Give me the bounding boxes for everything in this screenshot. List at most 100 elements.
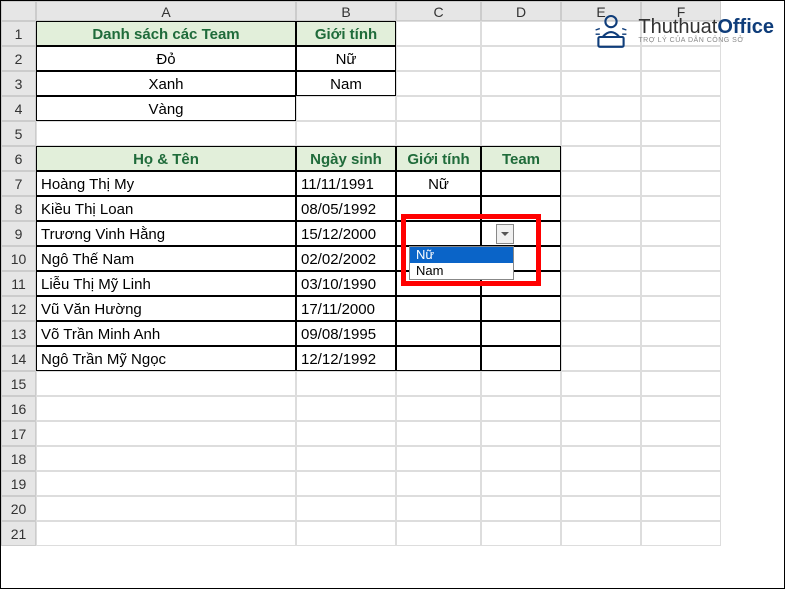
- cell[interactable]: [561, 321, 641, 346]
- row-header[interactable]: 14: [1, 346, 36, 371]
- cell[interactable]: [481, 21, 561, 46]
- cell[interactable]: [641, 471, 721, 496]
- row-header[interactable]: 5: [1, 121, 36, 146]
- cell[interactable]: [396, 421, 481, 446]
- cell[interactable]: [396, 221, 481, 246]
- cell[interactable]: [481, 346, 561, 371]
- cell[interactable]: [561, 446, 641, 471]
- cell[interactable]: Ngày sinh: [296, 146, 396, 171]
- cell[interactable]: Giới tính: [296, 21, 396, 46]
- col-header[interactable]: A: [36, 1, 296, 21]
- cell[interactable]: [641, 196, 721, 221]
- dropdown-button[interactable]: [496, 224, 514, 244]
- cell[interactable]: [396, 396, 481, 421]
- cell[interactable]: [561, 246, 641, 271]
- dropdown-option[interactable]: Nữ: [410, 247, 513, 263]
- cell[interactable]: [641, 496, 721, 521]
- cell[interactable]: [641, 296, 721, 321]
- cell[interactable]: [641, 271, 721, 296]
- cell[interactable]: [481, 171, 561, 196]
- cell[interactable]: [561, 121, 641, 146]
- cell[interactable]: [561, 271, 641, 296]
- cell[interactable]: [36, 421, 296, 446]
- cell[interactable]: [481, 46, 561, 71]
- row-header[interactable]: 17: [1, 421, 36, 446]
- cell[interactable]: Giới tính: [396, 146, 481, 171]
- cell[interactable]: [561, 371, 641, 396]
- cell[interactable]: [396, 71, 481, 96]
- row-header[interactable]: 4: [1, 96, 36, 121]
- cell[interactable]: Nữ: [296, 46, 396, 71]
- cell[interactable]: [36, 446, 296, 471]
- cell[interactable]: Hoàng Thị My: [36, 171, 296, 196]
- cell[interactable]: [396, 121, 481, 146]
- row-header[interactable]: 11: [1, 271, 36, 296]
- cell[interactable]: [396, 446, 481, 471]
- cell[interactable]: [481, 496, 561, 521]
- row-header[interactable]: 1: [1, 21, 36, 46]
- cell[interactable]: [296, 471, 396, 496]
- cell[interactable]: [481, 521, 561, 546]
- cell[interactable]: [641, 371, 721, 396]
- cell[interactable]: [36, 396, 296, 421]
- row-header[interactable]: 3: [1, 71, 36, 96]
- row-header[interactable]: 9: [1, 221, 36, 246]
- cell[interactable]: [561, 421, 641, 446]
- cell[interactable]: [641, 446, 721, 471]
- cell[interactable]: [396, 296, 481, 321]
- cell[interactable]: [36, 121, 296, 146]
- cell[interactable]: Team: [481, 146, 561, 171]
- cell[interactable]: Đỏ: [36, 46, 296, 71]
- cell[interactable]: [561, 496, 641, 521]
- cell[interactable]: 11/11/1991: [296, 171, 396, 196]
- cell[interactable]: Vũ Văn Hường: [36, 296, 296, 321]
- cell[interactable]: [641, 71, 721, 96]
- row-header[interactable]: 7: [1, 171, 36, 196]
- cell[interactable]: [296, 121, 396, 146]
- cell[interactable]: [396, 321, 481, 346]
- cell[interactable]: [641, 246, 721, 271]
- row-header[interactable]: 15: [1, 371, 36, 396]
- row-header[interactable]: 18: [1, 446, 36, 471]
- cell[interactable]: [396, 496, 481, 521]
- cell[interactable]: [641, 146, 721, 171]
- cell[interactable]: [561, 196, 641, 221]
- cell[interactable]: Xanh: [36, 71, 296, 96]
- cell[interactable]: [36, 521, 296, 546]
- cell[interactable]: [561, 96, 641, 121]
- cell[interactable]: [296, 371, 396, 396]
- cell[interactable]: [481, 71, 561, 96]
- cell[interactable]: [641, 171, 721, 196]
- cell[interactable]: [561, 471, 641, 496]
- cell[interactable]: [641, 221, 721, 246]
- row-header[interactable]: 16: [1, 396, 36, 421]
- cell[interactable]: Danh sách các Team: [36, 21, 296, 46]
- col-header[interactable]: B: [296, 1, 396, 21]
- cell[interactable]: [396, 46, 481, 71]
- cell[interactable]: Họ & Tên: [36, 146, 296, 171]
- cell[interactable]: [481, 296, 561, 321]
- cell[interactable]: [396, 371, 481, 396]
- cell[interactable]: [481, 446, 561, 471]
- row-header[interactable]: 8: [1, 196, 36, 221]
- cell[interactable]: [396, 196, 481, 221]
- cell[interactable]: [36, 496, 296, 521]
- cell[interactable]: Liễu Thị Mỹ Linh: [36, 271, 296, 296]
- cell[interactable]: [561, 146, 641, 171]
- cell[interactable]: [641, 521, 721, 546]
- cell[interactable]: 15/12/2000: [296, 221, 396, 246]
- cell[interactable]: [396, 96, 481, 121]
- cell[interactable]: [561, 521, 641, 546]
- cell[interactable]: [296, 396, 396, 421]
- cell[interactable]: [641, 421, 721, 446]
- cell[interactable]: Ngô Thế Nam: [36, 246, 296, 271]
- row-header[interactable]: 6: [1, 146, 36, 171]
- cell[interactable]: [296, 446, 396, 471]
- cell[interactable]: Vàng: [36, 96, 296, 121]
- cell[interactable]: [296, 96, 396, 121]
- cell[interactable]: [396, 346, 481, 371]
- col-header[interactable]: D: [481, 1, 561, 21]
- cell[interactable]: [481, 396, 561, 421]
- cell[interactable]: [561, 71, 641, 96]
- cell[interactable]: Nam: [296, 71, 396, 96]
